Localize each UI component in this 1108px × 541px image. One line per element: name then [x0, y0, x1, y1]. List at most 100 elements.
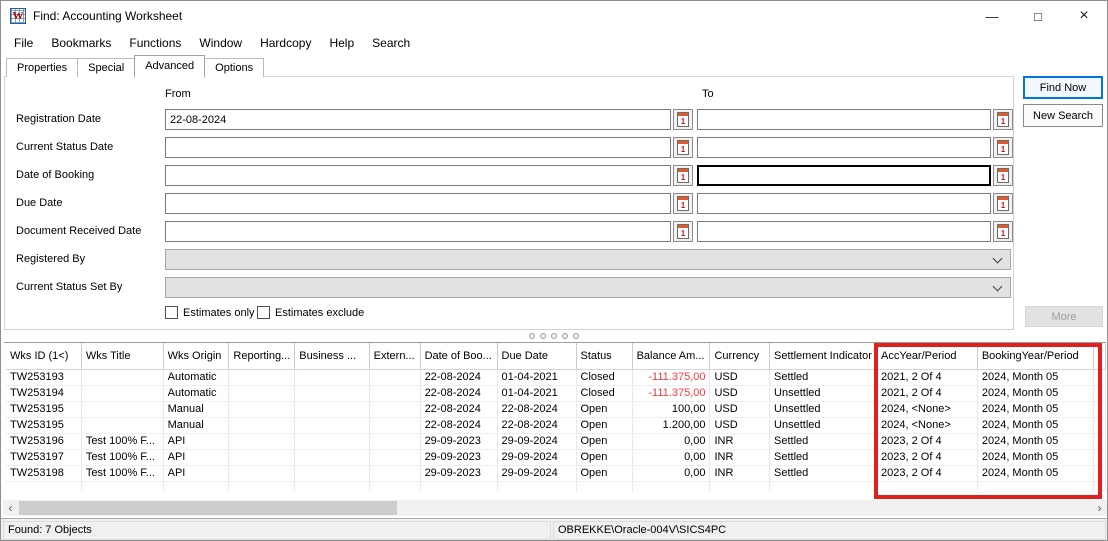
table-cell — [81, 401, 164, 418]
date-to-input[interactable] — [697, 221, 991, 242]
dropdown-current-status-set-by[interactable] — [165, 277, 1011, 298]
menu-item-window[interactable]: Window — [190, 36, 251, 50]
tab-advanced[interactable]: Advanced — [134, 55, 206, 78]
date-from-input[interactable] — [165, 193, 671, 214]
menu-item-search[interactable]: Search — [363, 36, 419, 50]
calendar-day-glyph: 1 — [680, 145, 686, 154]
date-from-input[interactable] — [165, 165, 671, 186]
table-cell: Automatic — [163, 369, 230, 386]
field-label: Current Status Date — [16, 141, 114, 153]
column-header[interactable]: Business ... — [294, 343, 370, 370]
more-button: More — [1025, 306, 1103, 327]
table-row[interactable]: TW253195 Manual 22-08-2024 22-08-2024 Open 10… — [6, 401, 1106, 418]
calendar-picker-button[interactable]: 1 — [993, 137, 1013, 158]
menu-item-bookmarks[interactable]: Bookmarks — [42, 36, 120, 50]
table-cell: 29-09-2024 — [497, 449, 577, 466]
tab-options[interactable]: Options — [204, 58, 265, 77]
splitter-dot — [529, 333, 535, 339]
table-cell: INR — [709, 465, 771, 482]
table-row[interactable]: TW253195 Manual 22-08-2024 22-08-2024 Open 1.… — [6, 417, 1106, 434]
calendar-icon: 1 — [677, 140, 689, 155]
date-to-input[interactable] — [697, 193, 991, 214]
table-cell: USD — [709, 401, 771, 418]
table-row[interactable]: TW253197 Test 100% F... API 29-09-2023 29-09… — [6, 449, 1106, 466]
column-header[interactable]: Balance Am... — [632, 343, 711, 370]
column-header[interactable]: Currency — [709, 343, 771, 370]
scrollbar-thumb[interactable] — [19, 501, 397, 515]
table-cell — [294, 401, 370, 418]
calendar-day-glyph: 1 — [1000, 229, 1006, 238]
close-button[interactable]: × — [1061, 1, 1107, 31]
column-header[interactable]: Wks Title — [81, 343, 164, 370]
date-to-input[interactable] — [697, 109, 991, 130]
tab-properties[interactable]: Properties — [6, 58, 79, 77]
scroll-left-icon[interactable]: ‹ — [3, 500, 18, 516]
checkbox-box — [165, 306, 178, 319]
column-header[interactable]: AccYear/Period — [876, 343, 978, 370]
table-cell: 2024, Month 05 — [977, 465, 1095, 482]
date-to-input[interactable] — [697, 137, 991, 158]
calendar-icon: 1 — [677, 196, 689, 211]
table-row[interactable]: TW253196 Test 100% F... API 29-09-2023 29-09… — [6, 433, 1106, 450]
date-from-input[interactable] — [165, 109, 671, 130]
date-to-input[interactable] — [697, 165, 991, 186]
date-from-input[interactable] — [165, 137, 671, 158]
menu-item-help[interactable]: Help — [320, 36, 363, 50]
table-cell — [294, 433, 370, 450]
table-cell-empty — [876, 481, 978, 491]
table-row[interactable]: TW253198 Test 100% F... API 29-09-2023 29-09… — [6, 465, 1106, 482]
calendar-picker-button[interactable]: 1 — [673, 221, 693, 242]
chevron-down-icon — [992, 253, 1003, 264]
maximize-button[interactable]: □ — [1015, 1, 1061, 31]
column-header[interactable]: Status — [576, 343, 633, 370]
table-row[interactable]: TW253193 Automatic 22-08-2024 01-04-2021 Clo… — [6, 369, 1106, 386]
date-from-input[interactable] — [165, 221, 671, 242]
table-cell-empty — [420, 481, 498, 491]
scroll-right-icon[interactable]: › — [1092, 500, 1107, 516]
table-row[interactable]: TW253194 Automatic 22-08-2024 01-04-2021 Clo… — [6, 385, 1106, 402]
calendar-picker-button[interactable]: 1 — [993, 109, 1013, 130]
tab-special[interactable]: Special — [77, 58, 136, 77]
calendar-picker-button[interactable]: 1 — [673, 137, 693, 158]
column-header[interactable]: Wks ID (1<) — [6, 343, 82, 370]
search-form-panel: From To Registration Date11Current Statu… — [4, 76, 1014, 330]
calendar-picker-button[interactable]: 1 — [993, 165, 1013, 186]
menu-item-functions[interactable]: Functions — [120, 36, 190, 50]
field-label: Registered By — [16, 253, 86, 265]
table-cell-filler — [1093, 449, 1106, 466]
column-header[interactable]: Extern... — [369, 343, 421, 370]
table-cell — [228, 465, 296, 482]
column-header[interactable]: BookingYear/Period — [977, 343, 1095, 370]
calendar-icon: 1 — [997, 224, 1009, 239]
calendar-picker-button[interactable]: 1 — [673, 193, 693, 214]
checkbox-estimates-only[interactable]: Estimates only — [165, 306, 255, 319]
table-cell: Manual — [163, 417, 230, 434]
date-field-row: Document Received Date 1 1 — [5, 221, 1013, 242]
table-cell: -111.375,00 — [632, 385, 711, 402]
column-header[interactable]: Settlement Indicator — [769, 343, 878, 370]
table-cell: 01-04-2021 — [497, 385, 577, 402]
menu-item-file[interactable]: File — [5, 36, 42, 50]
app-icon[interactable]: W — [10, 8, 26, 24]
table-cell: 2021, 2 Of 4 — [876, 369, 978, 386]
table-cell: 2024, Month 05 — [977, 369, 1095, 386]
new-search-button[interactable]: New Search — [1023, 104, 1103, 127]
calendar-picker-button[interactable]: 1 — [993, 193, 1013, 214]
dropdown-registered-by[interactable] — [165, 249, 1011, 270]
find-now-button[interactable]: Find Now — [1023, 76, 1103, 99]
table-cell-empty — [81, 481, 164, 491]
horizontal-scrollbar[interactable]: ‹ › — [3, 500, 1107, 516]
table-cell-empty — [294, 481, 370, 491]
minimize-button[interactable]: — — [969, 1, 1015, 31]
column-header[interactable]: Due Date — [497, 343, 577, 370]
table-cell: Test 100% F... — [81, 465, 164, 482]
calendar-picker-button[interactable]: 1 — [993, 221, 1013, 242]
column-header[interactable]: Reporting... — [228, 343, 296, 370]
calendar-picker-button[interactable]: 1 — [673, 109, 693, 130]
checkbox-estimates-exclude[interactable]: Estimates exclude — [257, 306, 364, 319]
calendar-picker-button[interactable]: 1 — [673, 165, 693, 186]
splitter-handle[interactable] — [1, 333, 1107, 339]
column-header[interactable]: Date of Boo... — [420, 343, 498, 370]
menu-item-hardcopy[interactable]: Hardcopy — [251, 36, 320, 50]
column-header[interactable]: Wks Origin — [163, 343, 230, 370]
